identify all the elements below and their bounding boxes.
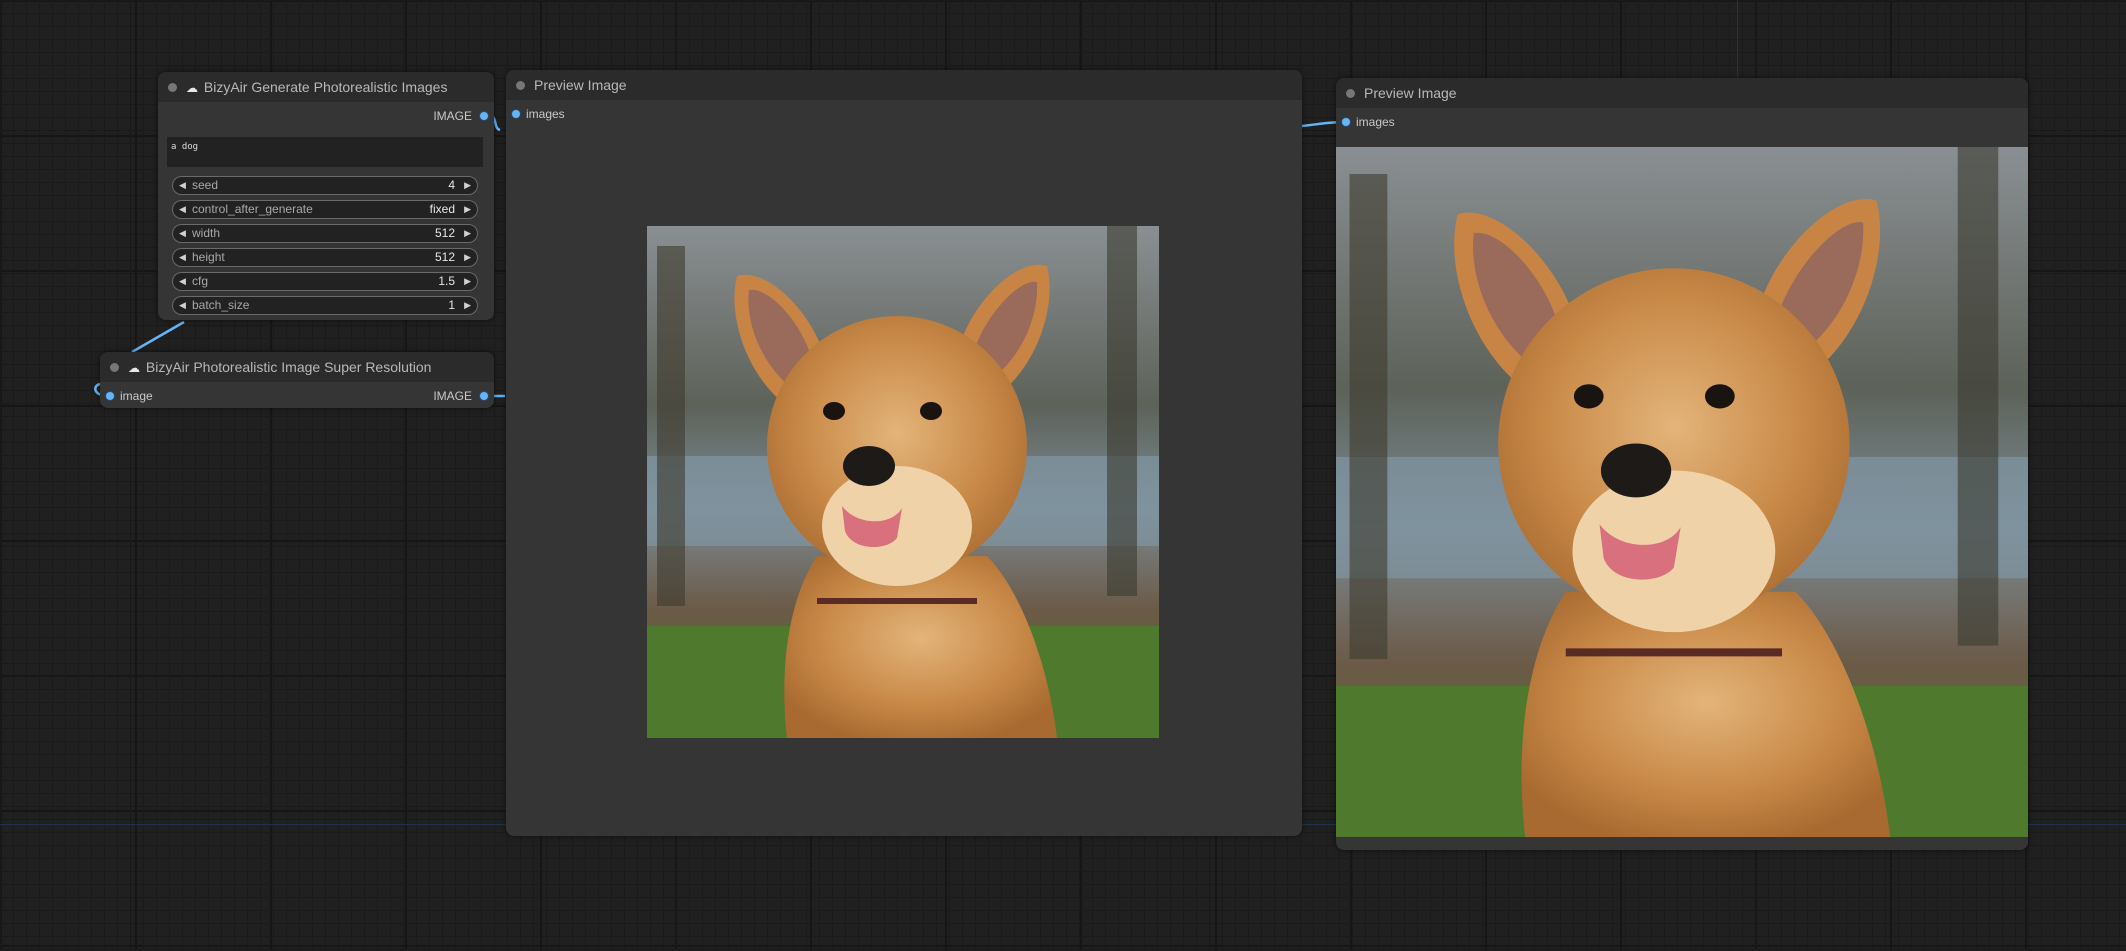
output-slot[interactable] xyxy=(480,112,488,120)
node-preview-image-2[interactable]: Preview Image images xyxy=(1336,78,2028,850)
node-preview-image-1[interactable]: Preview Image images xyxy=(506,70,1302,836)
widget-control-after-generate[interactable]: ◀ control_after_generate fixed ▶ xyxy=(172,200,478,219)
node-title-bar[interactable]: ☁ BizyAir Generate Photorealistic Images xyxy=(158,72,494,102)
widget-value: 512 xyxy=(434,250,455,264)
output-slot[interactable] xyxy=(480,392,488,400)
widget-value: 1.5 xyxy=(438,274,455,288)
node-title: BizyAir Generate Photorealistic Images xyxy=(203,79,448,95)
triangle-right-icon[interactable]: ▶ xyxy=(464,273,471,290)
widget-seed[interactable]: ◀ seed 4 ▶ xyxy=(172,176,478,195)
widget-height[interactable]: ◀ height 512 ▶ xyxy=(172,248,478,267)
node-title: BizyAir Photorealistic Image Super Resol… xyxy=(145,359,432,375)
input-slot[interactable] xyxy=(106,392,114,400)
preview-image-dog-upscaled xyxy=(1336,147,2028,837)
widget-label: width xyxy=(192,226,221,240)
collapse-dot-icon[interactable] xyxy=(516,81,525,90)
triangle-right-icon[interactable]: ▶ xyxy=(464,297,471,314)
triangle-left-icon[interactable]: ◀ xyxy=(179,297,186,314)
node-title: Preview Image xyxy=(1364,85,1457,101)
output-label: IMAGE xyxy=(433,109,472,123)
node-super-resolution[interactable]: ☁ BizyAir Photorealistic Image Super Res… xyxy=(100,352,494,408)
dog-photo xyxy=(647,226,1159,738)
triangle-left-icon[interactable]: ◀ xyxy=(179,201,186,218)
cloud-icon: ☁ xyxy=(186,81,198,95)
graph-canvas[interactable]: ☁ BizyAir Generate Photorealistic Images… xyxy=(0,0,2126,951)
triangle-left-icon[interactable]: ◀ xyxy=(179,177,186,194)
widget-label: height xyxy=(192,250,225,264)
triangle-right-icon[interactable]: ▶ xyxy=(464,225,471,242)
link-generate-to-superres xyxy=(131,320,185,354)
widget-width[interactable]: ◀ width 512 ▶ xyxy=(172,224,478,243)
collapse-dot-icon[interactable] xyxy=(1346,89,1355,98)
widget-batch-size[interactable]: ◀ batch_size 1 ▶ xyxy=(172,296,478,315)
output-label: IMAGE xyxy=(433,389,472,403)
node-title-bar[interactable]: ☁ BizyAir Photorealistic Image Super Res… xyxy=(100,352,494,382)
widget-cfg[interactable]: ◀ cfg 1.5 ▶ xyxy=(172,272,478,291)
preview-image-dog xyxy=(647,226,1159,738)
triangle-left-icon[interactable]: ◀ xyxy=(179,273,186,290)
cloud-icon: ☁ xyxy=(128,361,140,375)
widget-label: cfg xyxy=(192,274,209,288)
widget-value: 1 xyxy=(448,298,455,312)
widget-label: seed xyxy=(192,178,219,192)
input-label: images xyxy=(1356,115,1395,129)
widget-label: control_after_generate xyxy=(192,202,313,216)
input-slot[interactable] xyxy=(1342,118,1350,126)
input-label: images xyxy=(526,107,565,121)
triangle-left-icon[interactable]: ◀ xyxy=(179,249,186,266)
triangle-right-icon[interactable]: ▶ xyxy=(464,201,471,218)
widget-value: fixed xyxy=(429,202,455,216)
collapse-dot-icon[interactable] xyxy=(110,363,119,372)
widget-value: 4 xyxy=(448,178,455,192)
node-title: Preview Image xyxy=(534,77,627,93)
node-title-bar[interactable]: Preview Image xyxy=(506,70,1302,100)
widget-label: batch_size xyxy=(192,298,250,312)
node-title-bar[interactable]: Preview Image xyxy=(1336,78,2028,108)
widget-value: 512 xyxy=(434,226,455,240)
input-slot[interactable] xyxy=(512,110,520,118)
triangle-right-icon[interactable]: ▶ xyxy=(464,177,471,194)
prompt-textarea[interactable]: a dog xyxy=(167,137,483,167)
input-label: image xyxy=(120,389,153,403)
triangle-right-icon[interactable]: ▶ xyxy=(464,249,471,266)
triangle-left-icon[interactable]: ◀ xyxy=(179,225,186,242)
canvas-guide-line xyxy=(1737,0,1738,80)
collapse-dot-icon[interactable] xyxy=(168,83,177,92)
dog-photo-upscaled xyxy=(1336,147,2028,837)
